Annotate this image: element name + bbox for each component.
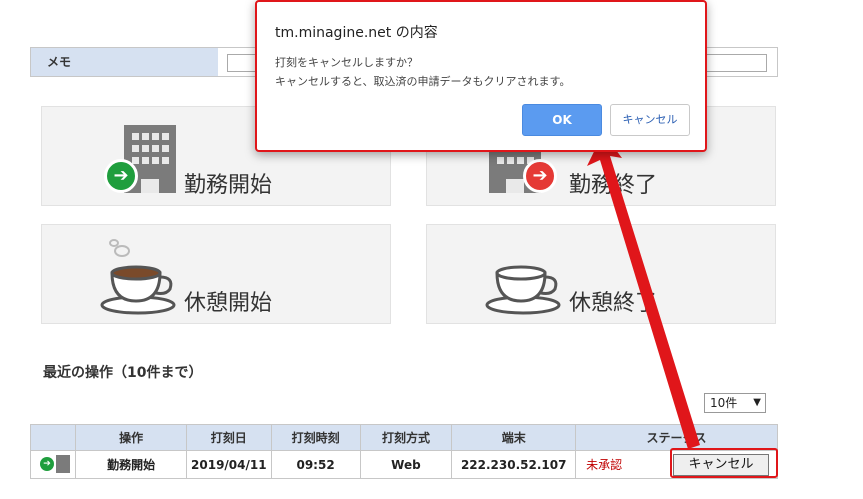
row-date: 2019/04/11 [186, 450, 272, 479]
row-terminal: 222.230.52.107 [451, 450, 577, 479]
column-header-time: 打刻時刻 [270, 424, 361, 451]
column-header-method: 打刻方式 [359, 424, 453, 451]
work-start-mini-icon: ➔ [40, 455, 72, 473]
row-time: 09:52 [270, 450, 361, 479]
count-select-value: 10件 [710, 396, 738, 410]
column-header-status: ステータス [575, 424, 778, 451]
green-arrow-icon: ➔ [40, 457, 54, 471]
column-header-operation: 操作 [75, 424, 188, 451]
chevron-down-icon: ▼ [753, 397, 761, 408]
green-arrow-icon: ➔ [104, 159, 138, 193]
column-header-terminal: 端末 [451, 424, 577, 451]
status-badge: 未承認 [586, 458, 623, 472]
table-header-row: 操作 打刻日 打刻時刻 打刻方式 端末 ステータス [29, 424, 778, 451]
column-header-icon [29, 424, 77, 451]
red-arrow-icon: ➔ [523, 159, 557, 193]
break-end-button[interactable]: 休憩終了 [426, 224, 776, 324]
work-end-label: 勤務終了 [569, 173, 658, 198]
row-operation: 勤務開始 [75, 450, 188, 479]
confirm-dialog: tm.minagine.net の内容 打刻をキャンセルしますか？ キャンセルす… [255, 0, 707, 152]
break-start-label: 休憩開始 [184, 291, 273, 316]
ok-button[interactable]: OK [522, 104, 602, 136]
memo-label: メモ [31, 48, 218, 76]
dialog-message: 打刻をキャンセルしますか？ [275, 56, 418, 69]
break-start-button[interactable]: 休憩開始 [41, 224, 391, 324]
coffee-cup-icon [485, 239, 567, 317]
row-method: Web [359, 450, 453, 479]
count-select[interactable]: 10件 ▼ [704, 393, 766, 413]
cancel-button[interactable]: キャンセル [610, 104, 690, 136]
table-row: 勤務開始 2019/04/11 09:52 Web 222.230.52.107… [29, 450, 778, 479]
recent-operations-table: 操作 打刻日 打刻時刻 打刻方式 端末 ステータス 勤務開始 2019/04/1… [29, 424, 778, 479]
cancel-highlight-box [670, 448, 778, 478]
dialog-submessage: キャンセルすると、取込済の申請データもクリアされます。 [275, 75, 571, 88]
column-header-date: 打刻日 [186, 424, 272, 451]
recent-operations-title: 最近の操作（10件まで） [43, 365, 203, 381]
work-start-label: 勤務開始 [184, 173, 273, 198]
building-icon [56, 455, 70, 473]
break-end-label: 休憩終了 [569, 291, 658, 316]
steaming-coffee-cup-icon [100, 239, 182, 317]
dialog-title: tm.minagine.net の内容 [275, 25, 438, 41]
